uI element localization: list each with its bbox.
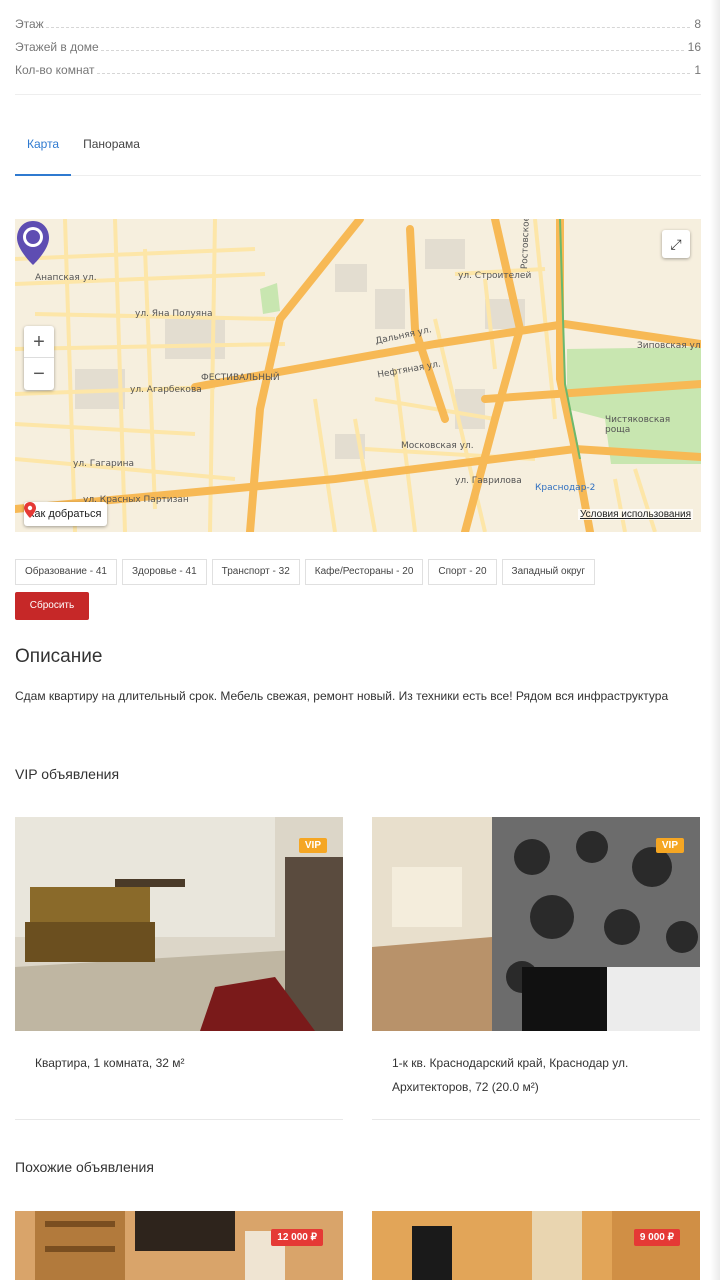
- param-dots: [45, 27, 691, 28]
- map[interactable]: ул. Яна Полуяна ул. Агарбекова ФЕСТИВАЛЬ…: [15, 219, 701, 532]
- param-label: Кол-во комнат: [15, 63, 95, 77]
- price-badge: 9 000 ₽: [633, 1229, 680, 1246]
- vip-listing-card[interactable]: VIP Квартира, 1 комната, 32 м²: [15, 817, 343, 1075]
- zoom-in-button[interactable]: +: [24, 326, 54, 358]
- map-label: Анапская ул.: [35, 273, 97, 283]
- category-district[interactable]: Западный округ: [501, 559, 596, 585]
- param-floors-total: Этажей в доме 16: [15, 31, 701, 54]
- description-title: Описание: [15, 646, 103, 667]
- divider: [15, 94, 701, 95]
- route-button[interactable]: Как добраться: [24, 502, 108, 526]
- route-label: Как добраться: [28, 508, 102, 520]
- tab-panorama[interactable]: Панорама: [71, 118, 152, 176]
- param-value: 8: [694, 17, 701, 31]
- similar-listing-card[interactable]: 9 000 ₽: [372, 1211, 700, 1280]
- map-label: ул. Гаврилова: [455, 476, 522, 486]
- map-label: ул. Яна Полуяна: [135, 309, 213, 319]
- reset-button[interactable]: Сбросить: [15, 592, 89, 620]
- route-pin-icon: [24, 502, 36, 518]
- param-value: 16: [687, 40, 701, 54]
- map-label: ул. Строителей: [458, 271, 532, 281]
- location-marker-icon[interactable]: [15, 219, 51, 267]
- param-dots: [96, 73, 691, 74]
- vip-listing-card[interactable]: VIP 1-к кв. Краснодарский край, Краснода…: [372, 817, 700, 1099]
- zoom-out-button[interactable]: −: [24, 358, 54, 390]
- map-label: Зиповская ул.: [637, 341, 701, 351]
- price-badge: 12 000 ₽: [271, 1229, 323, 1246]
- map-label: ул. Гагарина: [73, 459, 135, 469]
- listing-photo[interactable]: VIP: [372, 817, 700, 1031]
- divider: [15, 1119, 343, 1120]
- category-transport[interactable]: Транспорт - 32: [211, 559, 300, 585]
- vip-section-title: VIP объявления: [15, 766, 120, 782]
- param-value: 1: [694, 63, 701, 77]
- map-label: Краснодар-2: [535, 483, 596, 493]
- listing-photo-image: [372, 817, 700, 1031]
- zoom-control: + −: [24, 326, 54, 390]
- listing-photo[interactable]: VIP: [15, 817, 343, 1031]
- listing-title[interactable]: 1-к кв. Краснодарский край, Краснодар ул…: [372, 1031, 700, 1099]
- similar-listing-card[interactable]: 12 000 ₽: [15, 1211, 343, 1280]
- listing-photo-image: [15, 817, 343, 1031]
- description-text: Сдам квартиру на длительный срок. Мебель…: [15, 689, 669, 703]
- map-label: ФЕСТИВАЛЬНЫЙ: [201, 373, 280, 383]
- vip-badge: VIP: [298, 838, 327, 853]
- nearby-categories: Образование - 41 Здоровье - 41 Транспорт…: [15, 559, 705, 585]
- tab-map[interactable]: Карта: [15, 118, 72, 176]
- param-floor: Этаж 8: [15, 8, 701, 31]
- param-label: Этаж: [15, 17, 44, 31]
- similar-section-title: Похожие объявления: [15, 1159, 154, 1175]
- divider: [372, 1119, 700, 1120]
- map-label: Чистяковская роща: [605, 415, 671, 435]
- category-sport[interactable]: Спорт - 20: [428, 559, 497, 585]
- fullscreen-button[interactable]: ⤢: [662, 230, 690, 258]
- map-canvas: [15, 219, 701, 532]
- scroll-edge: [710, 0, 720, 1280]
- param-rooms: Кол-во комнат 1: [15, 54, 701, 77]
- vip-badge: VIP: [655, 838, 684, 853]
- map-terms-link[interactable]: Условия использования: [578, 509, 693, 520]
- param-label: Этажей в доме: [15, 40, 99, 54]
- map-label: ул. Агарбекова: [130, 385, 202, 395]
- listing-title[interactable]: Квартира, 1 комната, 32 м²: [15, 1031, 343, 1075]
- category-cafe[interactable]: Кафе/Рестораны - 20: [304, 559, 424, 585]
- property-params: Этаж 8 Этажей в доме 16 Кол-во комнат 1: [15, 8, 701, 77]
- param-dots: [100, 50, 684, 51]
- map-tabs: Карта Панорама: [15, 118, 701, 176]
- category-education[interactable]: Образование - 41: [15, 559, 117, 585]
- category-health[interactable]: Здоровье - 41: [122, 559, 207, 585]
- map-label: Московская ул.: [401, 441, 474, 451]
